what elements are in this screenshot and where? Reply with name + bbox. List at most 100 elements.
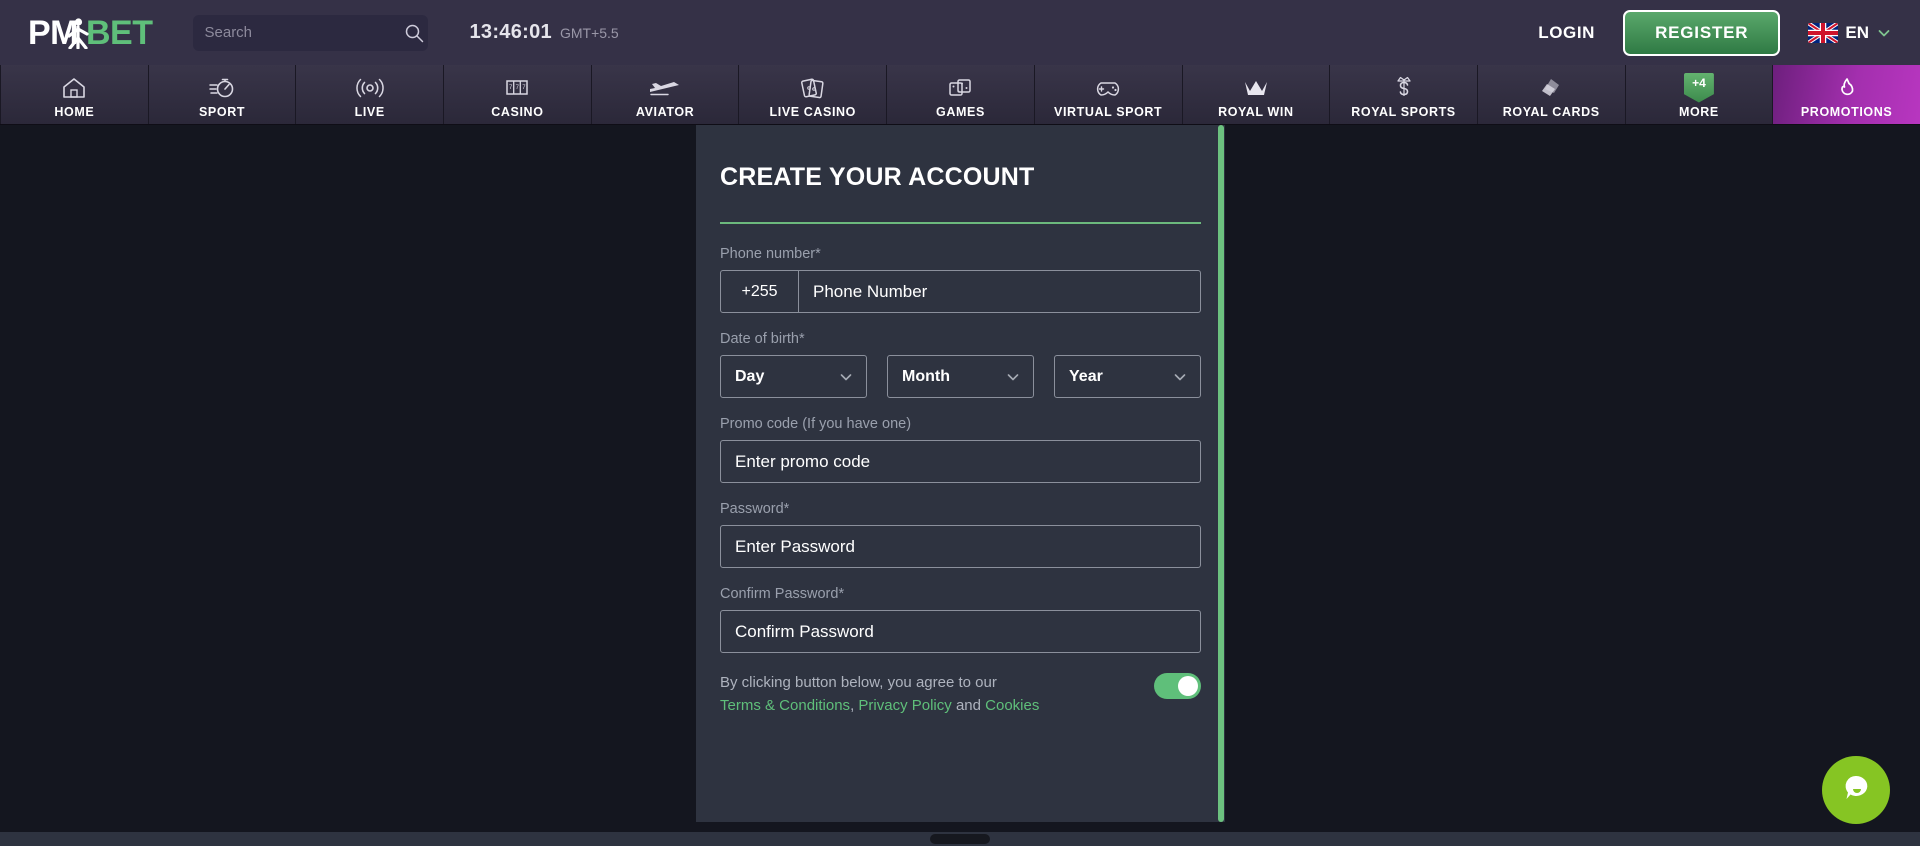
crowned-s-icon: [1391, 75, 1417, 101]
nav-label: CASINO: [491, 104, 544, 119]
broadcast-icon: [355, 75, 385, 101]
search-icon[interactable]: [404, 23, 424, 43]
clock-time: 13:46:01: [469, 21, 552, 43]
nav-label: GAMES: [936, 104, 985, 119]
panel-scrollbar-thumb[interactable]: [1218, 125, 1224, 822]
more-count-badge: +4: [1683, 72, 1714, 103]
chevron-down-icon[interactable]: [838, 369, 854, 385]
nav-label: ROYAL SPORTS: [1351, 104, 1456, 119]
nav-label: ROYAL WIN: [1218, 104, 1294, 119]
chevron-down-icon[interactable]: [1876, 25, 1892, 41]
nav-item-live[interactable]: LIVE: [296, 65, 445, 124]
panel-scrollbar-track[interactable]: [1216, 125, 1225, 822]
dob-row: Day Month Year: [720, 355, 1201, 398]
country-code-selector[interactable]: +255: [721, 271, 799, 312]
password-label: Password*: [720, 501, 790, 517]
nav-item-sport[interactable]: SPORT: [148, 65, 297, 124]
password-input[interactable]: [720, 525, 1201, 568]
svg-text:7: 7: [523, 85, 527, 91]
chat-widget-button[interactable]: [1822, 756, 1890, 824]
chat-bubble-icon: [1839, 771, 1873, 810]
language-code: EN: [1845, 22, 1869, 42]
logo-text-bet: BET: [86, 13, 153, 52]
person-running-icon: [64, 17, 90, 49]
nav-item-home[interactable]: HOME: [0, 65, 149, 124]
uk-flag-icon: [1808, 22, 1839, 43]
nav-item-games[interactable]: GAMES: [887, 65, 1035, 124]
nav-label: SPORT: [199, 104, 246, 119]
phone-field-group: Phone number* +255: [720, 246, 1201, 313]
terms-conditions-link[interactable]: Terms & Conditions: [720, 697, 850, 714]
phone-label: Phone number*: [720, 246, 821, 262]
gamepad-icon: [1092, 75, 1124, 101]
privacy-policy-link[interactable]: Privacy Policy: [858, 697, 951, 714]
phone-input-row[interactable]: +255: [720, 270, 1201, 313]
nav-item-live-casino[interactable]: LIVE CASINO: [739, 65, 888, 124]
top-header: PM BET 13:46:01 GMT+5.5: [0, 0, 1920, 65]
dob-year-select[interactable]: Year: [1054, 355, 1201, 398]
dob-day-value: Day: [735, 367, 765, 385]
cookies-link[interactable]: Cookies: [985, 697, 1039, 714]
nav-label: LIVE: [354, 104, 385, 119]
confirm-password-input[interactable]: [720, 610, 1201, 653]
home-icon: [61, 75, 87, 101]
password-field-group: Password*: [720, 501, 1201, 568]
nav-label: HOME: [54, 104, 95, 119]
nav-item-royal-cards[interactable]: ROYAL CARDS: [1477, 65, 1626, 124]
nav-label: ROYAL CARDS: [1502, 104, 1600, 119]
chevron-down-icon[interactable]: [1005, 369, 1021, 385]
nav-item-aviator[interactable]: AVIATOR: [591, 65, 740, 124]
login-button[interactable]: LOGIN: [1538, 23, 1595, 43]
promo-code-input[interactable]: [720, 440, 1201, 483]
promo-field-group: Promo code (If you have one): [720, 416, 1201, 483]
nav-item-royal-win[interactable]: ROYAL WIN: [1182, 65, 1331, 124]
dob-month-value: Month: [902, 367, 950, 385]
promo-label: Promo code (If you have one): [720, 416, 912, 432]
nav-item-promotions[interactable]: PROMOTIONS: [1773, 65, 1920, 124]
clock-timezone: GMT+5.5: [559, 25, 619, 41]
nav-label: PROMOTIONS: [1800, 104, 1893, 119]
crown-icon: [1241, 75, 1271, 101]
horizontal-scrollbar[interactable]: [0, 832, 1920, 846]
dob-day-select[interactable]: Day: [720, 355, 867, 398]
brand-logo[interactable]: PM BET: [28, 16, 153, 50]
search-input[interactable]: [204, 24, 404, 41]
terms-separator: ,: [850, 697, 855, 715]
page-body: CREATE YOUR ACCOUNT Phone number* +255 D…: [0, 125, 1920, 846]
confirm-password-label: Confirm Password*: [720, 586, 845, 602]
register-button[interactable]: REGISTER: [1623, 9, 1781, 56]
terms-text: By clicking button below, you agree to o…: [720, 671, 1154, 718]
nav-item-casino[interactable]: 7 7 7 CASINO: [444, 65, 592, 124]
terms-intro: By clicking button below, you agree to o…: [720, 674, 997, 691]
terms-conjunction: and: [955, 697, 981, 715]
nav-item-more[interactable]: +4 MORE: [1625, 65, 1774, 124]
server-clock: 13:46:01 GMT+5.5: [470, 21, 619, 44]
nav-label: AVIATOR: [635, 104, 695, 119]
nav-item-virtual-sport[interactable]: VIRTUAL SPORT: [1034, 65, 1183, 124]
search-box[interactable]: [192, 14, 428, 51]
nav-item-royal-sports[interactable]: ROYAL SPORTS: [1330, 65, 1478, 124]
page-title: CREATE YOUR ACCOUNT: [720, 163, 1035, 191]
dob-month-select[interactable]: Month: [887, 355, 1034, 398]
terms-agree-toggle[interactable]: [1154, 673, 1201, 699]
phone-input[interactable]: [799, 271, 1200, 312]
svg-text:7: 7: [516, 85, 520, 91]
stacked-cards-icon: [1537, 75, 1565, 101]
slot-machine-icon: 7 7 7: [502, 75, 532, 101]
main-navigation: HOME SPORT LIVE 7 7 7 CASINO AVIATOR LIV…: [0, 65, 1920, 125]
dob-label: Date of birth*: [720, 331, 805, 347]
dob-field-group: Date of birth* Day Month Year: [720, 331, 1201, 398]
nav-label: VIRTUAL SPORT: [1054, 104, 1163, 119]
horizontal-scrollbar-thumb[interactable]: [930, 834, 990, 844]
nav-label: LIVE CASINO: [769, 104, 857, 119]
language-selector[interactable]: EN: [1808, 22, 1892, 43]
toggle-knob: [1178, 676, 1198, 696]
svg-text:7: 7: [509, 85, 513, 91]
chevron-down-icon[interactable]: [1172, 369, 1188, 385]
logo-text-pm: PM: [28, 16, 89, 50]
playing-cards-icon: [799, 75, 827, 101]
dice-icon: [946, 75, 974, 101]
terms-links: Terms & Conditions, Privacy Policy and C…: [720, 694, 1154, 717]
airplane-icon: [648, 75, 682, 101]
terms-row: By clicking button below, you agree to o…: [720, 671, 1201, 718]
